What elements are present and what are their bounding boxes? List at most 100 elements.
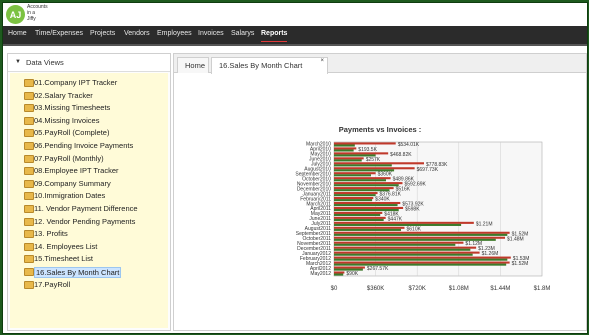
y-tick-label: May2012 — [310, 271, 331, 277]
tree-item-label: 13. Profits — [34, 229, 68, 239]
bar-invoices — [334, 199, 373, 202]
bar-payments — [334, 142, 396, 145]
logo-badge[interactable]: AJ — [6, 5, 25, 24]
data-label: $1.21M — [476, 221, 493, 227]
app-window: AJ Accounts in a Jiffy Home Time/Expense… — [2, 2, 588, 334]
sidebar-panel: ▼ Data Views 01.Company IPT Tracker 02.Sa… — [7, 53, 171, 331]
folder-icon — [24, 167, 34, 176]
folder-icon — [24, 217, 34, 226]
bar-payments — [334, 187, 394, 190]
data-label: $360K — [378, 172, 393, 178]
bar-invoices — [334, 218, 384, 222]
data-label: $90K — [346, 271, 358, 277]
folder-icon — [24, 205, 34, 213]
bar-payments — [334, 152, 389, 155]
tree-item-label: 12. Vendor Pending Payments — [34, 216, 136, 226]
nav-vendors[interactable]: Vendors — [124, 30, 150, 37]
x-tick-label: $360K — [367, 286, 384, 292]
sidebar-header[interactable]: ▼ Data Views — [8, 54, 170, 72]
folder-icon — [24, 255, 34, 264]
folder-icon — [24, 116, 34, 125]
bar-invoices — [334, 194, 376, 197]
bar-payments — [334, 147, 357, 150]
data-label: $1.52M — [512, 261, 529, 267]
data-label: $534.01K — [398, 142, 420, 148]
logo-line-3: Jiffy — [27, 16, 36, 22]
logo-initials: AJ — [9, 9, 22, 20]
bar-payments — [334, 201, 401, 205]
bar-payments — [334, 261, 510, 264]
bar-payments — [334, 271, 345, 274]
x-tick-label: $1.8M — [534, 286, 551, 292]
bar-invoices — [334, 248, 471, 251]
bar-payments — [334, 211, 383, 214]
bar-payments — [334, 177, 391, 180]
main-panel: Home 16.Sales By Month Chart × Payments … — [173, 53, 587, 331]
bar-payments — [334, 236, 506, 239]
bar-payments — [334, 196, 374, 200]
bar-payments — [334, 162, 424, 165]
tree-item-label: 14. Employees List — [34, 241, 98, 251]
bar-invoices — [334, 204, 398, 207]
bar-invoices — [334, 149, 354, 152]
bar-payments — [334, 192, 378, 195]
tree-item-label: 15.Timesheet List — [34, 254, 93, 264]
chevron-down-icon[interactable]: ▼ — [15, 59, 21, 65]
bar-invoices — [334, 253, 473, 256]
tree-item-label: 05.PayRoll (Complete) — [34, 128, 110, 138]
data-label: $1.48M — [507, 236, 524, 242]
folder-icon — [24, 179, 34, 188]
tree-item-label: 11. Vendor Payment Difference — [34, 204, 138, 213]
tree-item-label: 07.PayRoll (Monthly) — [34, 153, 104, 163]
bar-invoices — [334, 273, 344, 276]
bar-invoices — [334, 258, 508, 261]
data-label: $598K — [405, 206, 420, 212]
bar-payments — [334, 266, 365, 269]
data-label: $697.73K — [417, 167, 439, 173]
nav-invoices[interactable]: Invoices — [198, 30, 224, 37]
nav-home[interactable]: Home — [8, 30, 27, 37]
bar-invoices — [334, 164, 392, 167]
tree-item-label: 08.Employee IPT Tracker — [34, 166, 119, 176]
bar-payments — [334, 246, 477, 249]
nav-projects[interactable]: Projects — [90, 30, 115, 37]
bar-payments — [334, 216, 386, 219]
nav-reports[interactable]: Reports — [261, 30, 288, 42]
data-label: $1.26M — [482, 251, 499, 257]
tree-item-label: 17.PayRoll — [34, 279, 71, 289]
logo-text: Accounts in a Jiffy — [27, 4, 48, 22]
folder-icon — [24, 154, 34, 163]
bar-payments — [334, 221, 474, 224]
tree-item-label: 10.Immigration Dates — [34, 191, 106, 201]
folder-icon — [24, 242, 34, 251]
bar-payments — [334, 231, 510, 234]
folder-icon — [24, 142, 34, 150]
nav-time-expenses[interactable]: Time/Expenses — [35, 30, 83, 37]
bar-invoices — [334, 233, 508, 236]
data-views-tree: 01.Company IPT Tracker 02.Salary Tracker 0… — [10, 73, 168, 328]
tree-item-label: 03.Missing Timesheets — [34, 103, 111, 113]
bar-payments — [334, 157, 364, 160]
bar-payments — [334, 182, 403, 185]
data-label: $447K — [388, 216, 403, 222]
folder-icon — [24, 129, 34, 138]
folder-icon — [24, 230, 34, 239]
header: AJ Accounts in a Jiffy — [3, 3, 587, 26]
data-label: $468.82K — [390, 152, 412, 158]
folder-icon — [24, 268, 34, 276]
folder-icon — [24, 79, 34, 87]
bar-invoices — [334, 159, 362, 162]
data-label: $257K — [366, 157, 381, 163]
bar-invoices — [334, 223, 462, 226]
bar-invoices — [334, 228, 402, 231]
nav-employees[interactable]: Employees — [157, 30, 192, 37]
bar-payments — [334, 251, 480, 254]
data-label: $193.5K — [358, 147, 377, 153]
x-tick-label: $0 — [331, 286, 338, 292]
data-label: $610K — [406, 226, 421, 232]
nav-salarys[interactable]: Salarys — [231, 30, 254, 37]
tree-item-label: 09.Company Summary — [34, 178, 111, 188]
bar-invoices — [334, 263, 507, 266]
data-label: $267.57K — [367, 266, 389, 272]
x-tick-label: $1.44M — [490, 286, 510, 292]
